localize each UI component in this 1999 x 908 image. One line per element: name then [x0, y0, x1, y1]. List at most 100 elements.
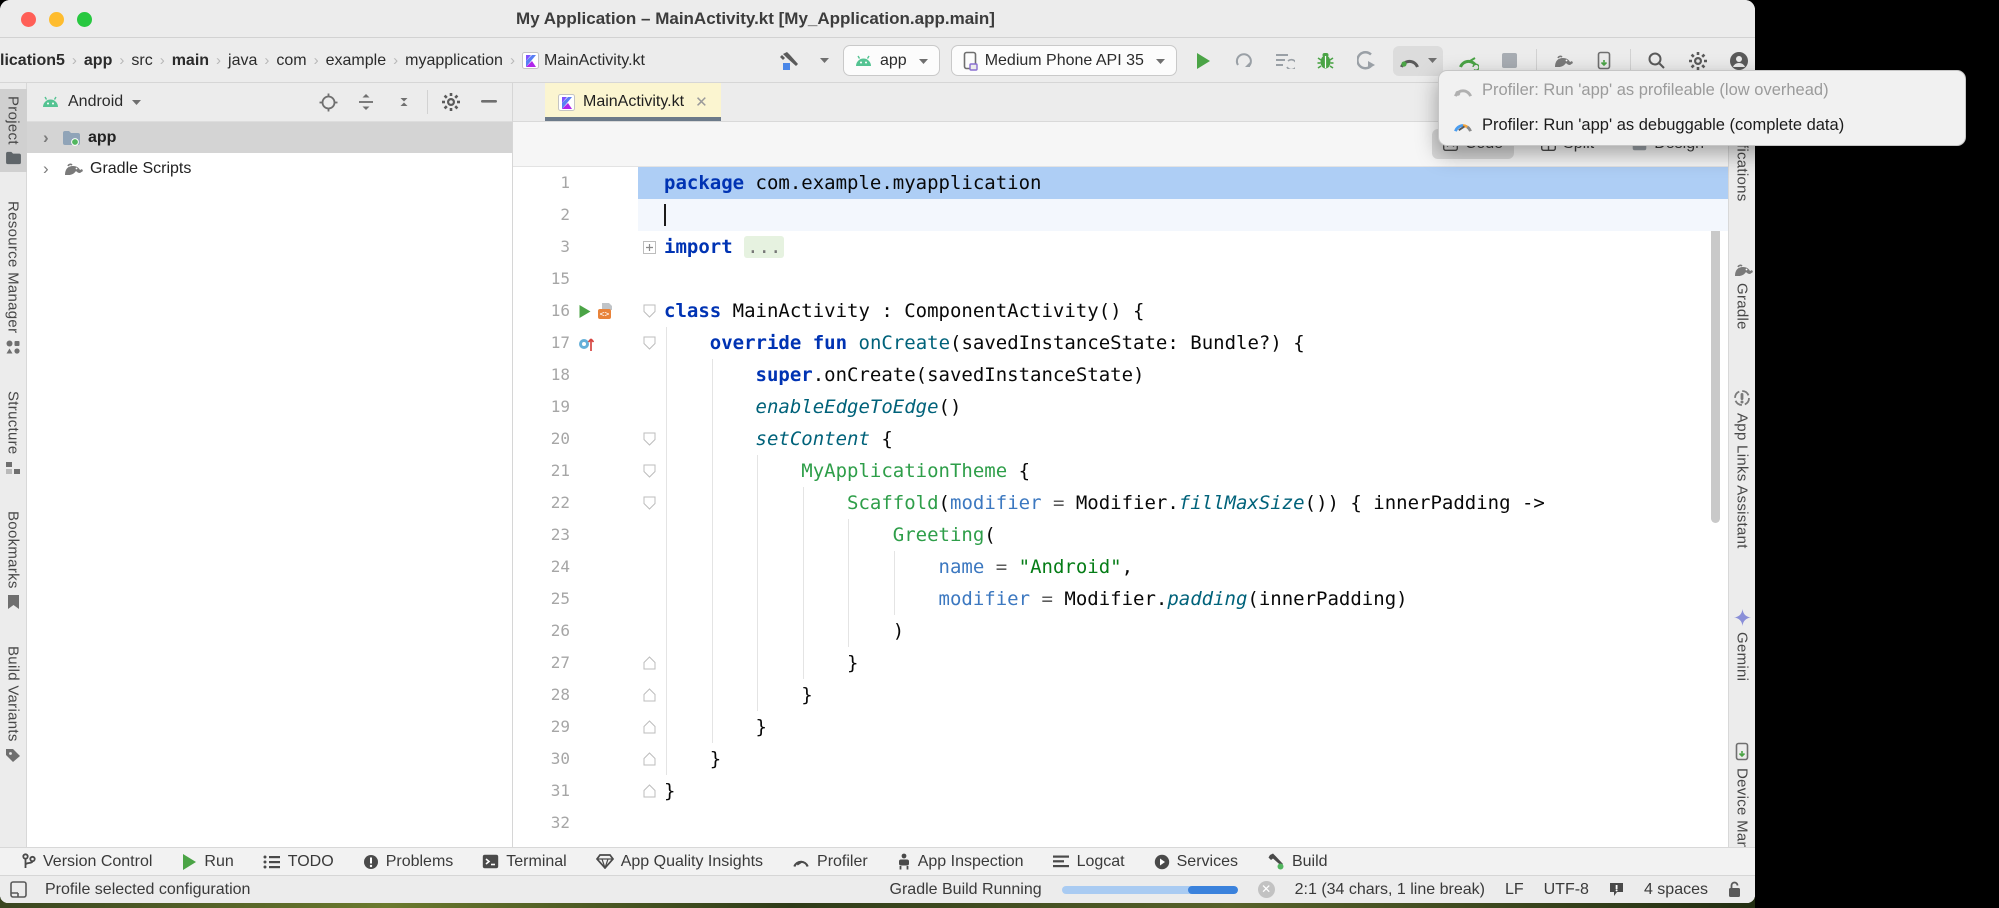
collapse-all-button[interactable]: [389, 87, 419, 117]
expand-all-button[interactable]: [351, 87, 381, 117]
panel-options-gear-icon[interactable]: [436, 87, 466, 117]
project-view-selector[interactable]: Android: [68, 93, 123, 111]
code-line[interactable]: 24 name = "Android",: [513, 551, 1728, 583]
breadcrumb-item[interactable]: app: [84, 52, 112, 70]
code-line[interactable]: 28 }: [513, 679, 1728, 711]
lock-icon[interactable]: [1728, 881, 1741, 898]
fold-marker-icon[interactable]: [638, 647, 660, 679]
code-line[interactable]: 17 override fun onCreate(savedInstanceSt…: [513, 327, 1728, 359]
toolwindow-button-profiler[interactable]: Profiler: [792, 853, 868, 871]
fold-marker-icon[interactable]: [638, 423, 660, 455]
code-line[interactable]: 23 Greeting(: [513, 519, 1728, 551]
breadcrumb-item[interactable]: example: [326, 52, 386, 70]
sidebar-item-app-links-assistant[interactable]: App Links Assistant: [1729, 382, 1756, 556]
sidebar-item-gradle[interactable]: Gradle: [1729, 255, 1756, 337]
code-line[interactable]: 29 }: [513, 711, 1728, 743]
expand-chevron-icon[interactable]: ›: [43, 159, 55, 179]
encoding-widget[interactable]: UTF-8: [1544, 881, 1589, 899]
code-line[interactable]: 15: [513, 263, 1728, 295]
toolwindow-button-app-quality-insights[interactable]: App Quality Insights: [596, 853, 763, 871]
run-with-coverage-icon[interactable]: [1270, 46, 1300, 76]
code-line[interactable]: 1package com.example.myapplication: [513, 167, 1728, 199]
profiler-button-group[interactable]: [1393, 46, 1443, 76]
breadcrumb-item[interactable]: MainActivity.kt: [522, 52, 645, 70]
line-separator-widget[interactable]: LF: [1505, 881, 1524, 899]
toolwindow-button-terminal[interactable]: Terminal: [482, 853, 566, 871]
sidebar-item-project[interactable]: Project: [0, 89, 27, 172]
fold-marker-icon[interactable]: [638, 743, 660, 775]
code-line[interactable]: 19 enableEdgeToEdge(): [513, 391, 1728, 423]
sidebar-item-gemini[interactable]: Gemini: [1729, 602, 1756, 688]
fold-marker-icon[interactable]: [638, 455, 660, 487]
toolwindow-button-problems[interactable]: Problems: [363, 853, 454, 871]
build-dropdown-caret-icon[interactable]: [816, 46, 832, 76]
code-line[interactable]: 2: [513, 199, 1728, 231]
device-select[interactable]: Medium Phone API 35: [951, 45, 1177, 76]
sidebar-item-structure[interactable]: Structure: [0, 384, 27, 482]
fold-marker-icon[interactable]: [638, 295, 660, 327]
profiler-icon[interactable]: [1395, 46, 1425, 76]
caret-position-widget[interactable]: 2:1 (34 chars, 1 line break): [1295, 881, 1485, 899]
toolwindow-button-version-control[interactable]: Version Control: [22, 853, 152, 871]
menu-item-label: Profiler: Run 'app' as debuggable (compl…: [1482, 116, 1844, 135]
run-configuration-select[interactable]: app: [843, 45, 940, 76]
attach-profiler-button[interactable]: [1352, 46, 1382, 76]
code-editor[interactable]: 1package com.example.myapplication23impo…: [513, 167, 1728, 847]
run-gutter-icon[interactable]: [578, 304, 592, 319]
sidebar-item-resource-manager[interactable]: Resource Manager: [0, 194, 27, 362]
code-line[interactable]: 22 Scaffold(modifier = Modifier.fillMaxS…: [513, 487, 1728, 519]
code-line[interactable]: 21 MyApplicationTheme {: [513, 455, 1728, 487]
code-line[interactable]: 16<>class MainActivity : ComponentActivi…: [513, 295, 1728, 327]
breadcrumb-item[interactable]: com: [276, 52, 306, 70]
sidebar-item-build-variants[interactable]: Build Variants: [0, 639, 27, 770]
hide-panel-button[interactable]: [474, 87, 504, 117]
profiler-dropdown-caret-icon[interactable]: [1425, 46, 1441, 76]
fold-marker-icon[interactable]: [638, 711, 660, 743]
override-icon[interactable]: [578, 335, 594, 352]
code-line[interactable]: 20 setContent {: [513, 423, 1728, 455]
breadcrumb-item[interactable]: lication5: [0, 52, 65, 70]
rerun-button[interactable]: [1229, 46, 1259, 76]
code-line[interactable]: 32: [513, 807, 1728, 839]
code-line[interactable]: 25 modifier = Modifier.padding(innerPadd…: [513, 583, 1728, 615]
code-line[interactable]: 31}: [513, 775, 1728, 807]
expand-chevron-icon[interactable]: ›: [43, 128, 55, 148]
menu-item-profiler-debuggable[interactable]: Profiler: Run 'app' as debuggable (compl…: [1439, 108, 1965, 143]
code-line[interactable]: 18 super.onCreate(savedInstanceState): [513, 359, 1728, 391]
locate-file-button[interactable]: [313, 87, 343, 117]
close-tab-icon[interactable]: ✕: [695, 93, 708, 111]
breadcrumb-item[interactable]: main: [172, 52, 209, 70]
breadcrumb-item[interactable]: src: [131, 52, 152, 70]
breadcrumb-item[interactable]: myapplication: [405, 52, 503, 70]
fold-marker-icon[interactable]: [638, 231, 660, 263]
code-line[interactable]: 26 ): [513, 615, 1728, 647]
toolwindow-button-logcat[interactable]: Logcat: [1053, 853, 1125, 871]
fold-marker-icon[interactable]: [638, 679, 660, 711]
fold-marker-icon[interactable]: [638, 487, 660, 519]
toolwindow-button-app-inspection[interactable]: App Inspection: [897, 853, 1024, 871]
cancel-build-icon[interactable]: ✕: [1258, 881, 1275, 898]
tree-row-gradle-scripts[interactable]: ›Gradle Scripts: [27, 153, 512, 184]
layout-widget-icon[interactable]: [10, 881, 27, 898]
breadcrumb-item[interactable]: java: [228, 52, 257, 70]
code-line[interactable]: 3import ...: [513, 231, 1728, 263]
code-line[interactable]: 30 }: [513, 743, 1728, 775]
tree-row-app[interactable]: ›app: [27, 122, 512, 153]
debug-button[interactable]: [1311, 46, 1341, 76]
breadcrumb-label: app: [84, 52, 112, 70]
fold-marker-icon[interactable]: [638, 775, 660, 807]
indent-widget[interactable]: 4 spaces: [1644, 881, 1708, 899]
toolwindow-button-services[interactable]: Services: [1154, 853, 1238, 871]
build-icon[interactable]: [775, 46, 805, 76]
warning-badge-icon[interactable]: [1609, 882, 1624, 897]
toolwindow-button-build[interactable]: Build: [1267, 853, 1328, 871]
toolwindow-button-todo[interactable]: TODO: [263, 853, 334, 871]
sidebar-item-bookmarks[interactable]: Bookmarks: [0, 504, 27, 618]
toolwindow-button-run[interactable]: Run: [181, 853, 233, 871]
tab-mainactivity[interactable]: MainActivity.kt ✕: [545, 83, 721, 121]
compose-preview-icon[interactable]: <>: [597, 302, 615, 320]
run-button[interactable]: [1188, 46, 1218, 76]
menu-item-profiler-profileable[interactable]: Profiler: Run 'app' as profileable (low …: [1439, 73, 1965, 108]
code-line[interactable]: 27 }: [513, 647, 1728, 679]
fold-marker-icon[interactable]: [638, 327, 660, 359]
